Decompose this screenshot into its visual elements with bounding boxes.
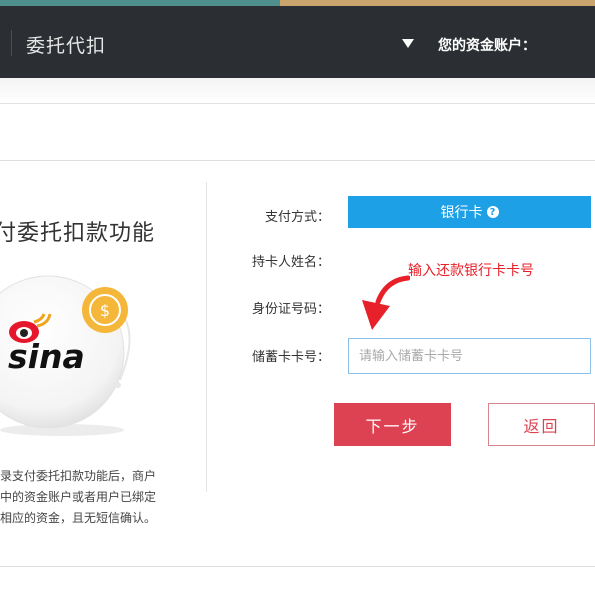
bank-card-label: 银行卡 (440, 205, 483, 221)
back-button[interactable]: 返回 (488, 403, 595, 446)
panel-divider (206, 182, 207, 492)
top-header-bar: 委托代扣 您的资金账户： (0, 0, 595, 78)
content-frame-bottom-border (0, 566, 595, 567)
header-accent-stripe-gold (280, 0, 595, 6)
card-number-input[interactable] (348, 338, 591, 374)
header-shadow (0, 78, 595, 104)
cardholder-name-label: 持卡人姓名： (251, 255, 330, 270)
card-number-label: 储蓄卡卡号： (251, 350, 330, 365)
annotation-arrow-icon (362, 275, 410, 330)
next-step-button[interactable]: 下一步 (334, 403, 451, 446)
feature-description: 录支付委托扣款功能后，商户 中的资金账户或者用户已绑定 相应的资金，且无短信确认… (0, 466, 180, 529)
description-line: 相应的资金，且无短信确认。 (0, 511, 157, 525)
annotation-text: 输入还款银行卡卡号 (408, 263, 534, 279)
feature-title: 付委托扣款功能 (0, 221, 156, 246)
description-line: 中的资金账户或者用户已绑定 (0, 490, 157, 504)
bank-card-button[interactable]: 银行卡 ? (348, 196, 591, 228)
header-divider (11, 30, 12, 56)
description-line: 录支付委托扣款功能后，商户 (0, 469, 157, 483)
sina-logo-text: sina (8, 337, 85, 376)
account-label[interactable]: 您的资金账户： (438, 35, 536, 55)
chevron-down-icon[interactable] (402, 39, 414, 48)
help-icon[interactable]: ? (486, 206, 499, 218)
decor-dot (115, 382, 121, 388)
coin-symbol: $ (100, 301, 110, 320)
sina-illustration: $ sina (0, 275, 131, 436)
header-accent-stripe (0, 0, 280, 6)
id-number-label: 身份证号码： (251, 302, 330, 317)
page-title: 委托代扣 (26, 35, 107, 57)
payment-method-label: 支付方式： (264, 210, 330, 225)
content-frame-top-border (0, 160, 595, 161)
